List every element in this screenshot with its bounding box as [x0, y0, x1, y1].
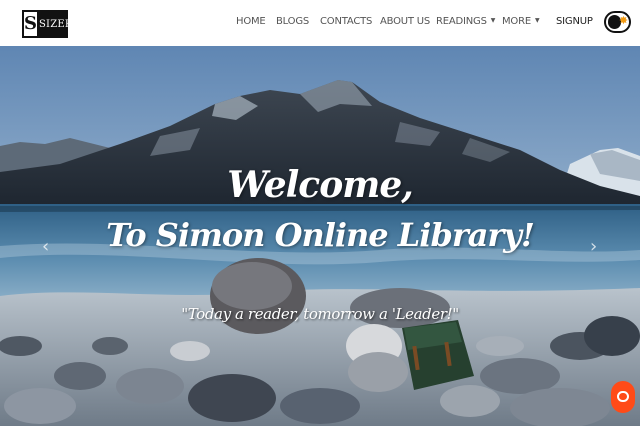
- nav-item-readings-label: READINGS: [436, 16, 487, 27]
- hero-title-line2: To Simon Online Library!: [106, 216, 535, 254]
- nav-item-blogs[interactable]: BLOGS: [276, 16, 309, 27]
- signup-link[interactable]: SIGNUP: [556, 16, 593, 27]
- top-navbar: S SIZER HOME BLOGS CONTACTS ABOUT US REA…: [0, 0, 640, 46]
- brand-logo[interactable]: S SIZER: [22, 10, 72, 38]
- caret-down-icon: ▼: [490, 17, 496, 24]
- logo-name: SIZER: [39, 18, 73, 30]
- nav-item-home[interactable]: HOME: [236, 16, 266, 27]
- hero-banner: ‹ › Welcome, To Simon Online Library! "T…: [0, 46, 640, 426]
- hero-title-line1: Welcome,: [227, 164, 414, 206]
- nav-item-contacts[interactable]: CONTACTS: [320, 16, 372, 27]
- chat-button[interactable]: [611, 381, 635, 413]
- nav-item-about-us[interactable]: ABOUT US: [380, 16, 430, 27]
- nav-item-more-label: MORE: [502, 16, 531, 27]
- chat-bubble-icon: [617, 391, 629, 402]
- caret-down-icon: ▼: [534, 17, 540, 24]
- nav-item-readings[interactable]: READINGS ▼: [436, 16, 495, 27]
- hero-quote: "Today a reader, tomorrow a 'Leader!": [181, 305, 459, 323]
- theme-toggle[interactable]: ✸: [604, 11, 631, 33]
- logo-mark: S: [24, 12, 37, 36]
- sun-icon: ✸: [618, 15, 629, 27]
- nav-item-more[interactable]: MORE ▼: [502, 16, 540, 27]
